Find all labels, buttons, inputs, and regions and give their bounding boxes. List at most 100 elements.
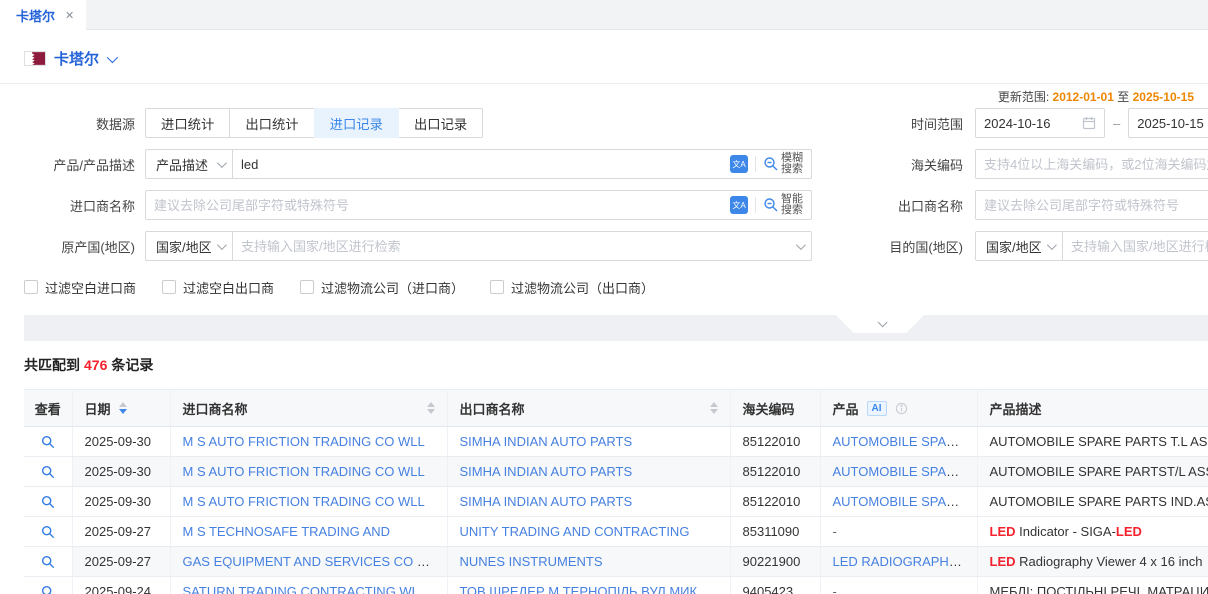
desc-cell: AUTOMOBILE SPARE PARTST/L ASSY ... [977, 457, 1208, 487]
view-record-button[interactable] [41, 555, 55, 569]
date-from-input[interactable] [975, 108, 1105, 138]
importer-link[interactable]: GAS EQUIPMENT AND SERVICES CO LTD [183, 554, 441, 569]
hs-code-cell: 85311090 [730, 517, 820, 547]
checkbox-icon[interactable] [300, 280, 314, 294]
header-exporter: 出口商名称 [447, 390, 730, 427]
match-count: 476 [84, 357, 107, 373]
collapse-panel-button[interactable] [836, 315, 924, 333]
sort-icon-date[interactable] [119, 402, 127, 414]
hs-code-cell: 90221900 [730, 547, 820, 577]
hs-code-field[interactable] [976, 151, 1208, 177]
magnifier-icon [41, 585, 55, 594]
origin-country-select[interactable]: 国家/地区 [146, 232, 233, 260]
importer-input[interactable] [146, 192, 722, 218]
product-cell: - [820, 517, 977, 547]
hs-code-cell: 85122010 [730, 457, 820, 487]
product-link[interactable]: AUTOMOBILE SPARE P... [833, 464, 978, 479]
product-empty: - [833, 524, 837, 539]
sort-icon-exporter[interactable] [710, 402, 718, 414]
view-record-button[interactable] [41, 525, 55, 539]
close-icon[interactable]: ✕ [65, 9, 74, 22]
filter-checkbox-row: 过滤空白进口商 过滤空白出口商 过滤物流公司（进口商） 过滤物流公司（出口商） [24, 277, 1208, 297]
qatar-flag-icon [24, 51, 46, 66]
exporter-link[interactable]: ТОВ ШРЕДЕР М ТЕРНОПІЛЬ ВУЛ МИКУЛИ... [460, 584, 731, 594]
fuzzy-search-button[interactable]: 模糊搜索 [763, 153, 803, 175]
dest-country-input[interactable] [1062, 231, 1208, 261]
product-cell: AUTOMOBILE SPARE P... [820, 487, 977, 517]
chevron-down-icon [1047, 240, 1057, 250]
filter-row-importer: 进口商名称 文A 智能搜索 出口商名称 [24, 190, 1208, 220]
chevron-down-icon [796, 240, 806, 250]
time-range-label: 时间范围 [872, 114, 963, 133]
hs-code-input[interactable] [975, 149, 1208, 179]
magnifier-icon [41, 525, 55, 539]
date-to-field[interactable] [1129, 110, 1208, 136]
match-summary: 共匹配到476条记录 [24, 355, 1208, 375]
header-product: 产品 AI [820, 390, 977, 427]
exporter-input[interactable] [975, 190, 1208, 220]
smart-search-button[interactable]: 智能搜索 [763, 194, 803, 216]
translate-icon[interactable]: 文A [730, 155, 748, 173]
chevron-down-icon [217, 240, 227, 250]
exporter-field[interactable] [976, 192, 1208, 218]
exporter-label: 出口商名称 [872, 196, 963, 215]
table-row: 2025-09-30 M S AUTO FRICTION TRADING CO … [24, 487, 1208, 517]
update-range-to: 2025-10-15 [1133, 90, 1194, 104]
view-record-button[interactable] [41, 435, 55, 449]
checkbox-icon[interactable] [490, 280, 504, 294]
btn-export-stats[interactable]: 出口统计 [229, 108, 314, 138]
product-link[interactable]: LED RADIOGRAPHY VI... [833, 554, 978, 569]
table-body: 2025-09-30 M S AUTO FRICTION TRADING CO … [24, 427, 1208, 594]
exporter-link[interactable]: SIMHA INDIAN AUTO PARTS [460, 464, 633, 479]
product-cell: - [820, 577, 977, 594]
dest-country-field[interactable] [1063, 233, 1208, 259]
tab-qatar[interactable]: 卡塔尔 ✕ [0, 0, 86, 30]
checkbox-filter-blank-importer[interactable]: 过滤空白进口商 [24, 278, 136, 297]
date-cell: 2025-09-27 [72, 517, 170, 547]
importer-link[interactable]: SATURN TRADING CONTRACTING WLL BUI... [183, 584, 448, 594]
search-icon [763, 197, 779, 213]
magnifier-icon [41, 435, 55, 449]
importer-link[interactable]: M S AUTO FRICTION TRADING CO WLL [183, 494, 425, 509]
importer-link[interactable]: M S AUTO FRICTION TRADING CO WLL [183, 434, 425, 449]
exporter-link[interactable]: NUNES INSTRUMENTS [460, 554, 603, 569]
product-link[interactable]: AUTOMOBILE SPARE P... [833, 494, 978, 509]
divider [755, 197, 756, 213]
info-icon[interactable] [895, 402, 908, 415]
exporter-link[interactable]: SIMHA INDIAN AUTO PARTS [460, 434, 633, 449]
checkbox-icon[interactable] [162, 280, 176, 294]
date-to-input[interactable] [1128, 108, 1208, 138]
datasource-label: 数据源 [24, 114, 135, 133]
exporter-link[interactable]: UNITY TRADING AND CONTRACTING [460, 524, 690, 539]
checkbox-filter-blank-exporter[interactable]: 过滤空白出口商 [162, 278, 274, 297]
importer-link[interactable]: M S TECHNOSAFE TRADING AND [183, 524, 391, 539]
importer-link[interactable]: M S AUTO FRICTION TRADING CO WLL [183, 464, 425, 479]
btn-import-records[interactable]: 进口记录 [314, 108, 399, 138]
table-row: 2025-09-30 M S AUTO FRICTION TRADING CO … [24, 457, 1208, 487]
origin-country-input[interactable] [233, 233, 788, 259]
product-search-input[interactable] [233, 151, 722, 177]
exporter-link[interactable]: SIMHA INDIAN AUTO PARTS [460, 494, 633, 509]
translate-icon[interactable]: 文A [730, 196, 748, 214]
checkbox-filter-logistics-exporter[interactable]: 过滤物流公司（出口商） [490, 278, 654, 297]
checkbox-icon[interactable] [24, 280, 38, 294]
checkbox-filter-logistics-importer[interactable]: 过滤物流公司（进口商） [300, 278, 464, 297]
table-row: 2025-09-24 SATURN TRADING CONTRACTING WL… [24, 577, 1208, 594]
desc-cell: МЕБЛІ; ПОСТІЛЬНІ РЕЧІ, МАТРАЦИ,... [977, 577, 1208, 594]
sort-icon-importer[interactable] [427, 402, 435, 414]
view-record-button[interactable] [41, 585, 55, 594]
btn-import-stats[interactable]: 进口统计 [145, 108, 230, 138]
date-from-field[interactable] [976, 110, 1082, 136]
country-header[interactable]: 卡塔尔 [0, 30, 1208, 83]
view-record-button[interactable] [41, 465, 55, 479]
btn-export-records[interactable]: 出口记录 [398, 108, 483, 138]
filter-row-product: 产品/产品描述 产品描述 文A 模糊搜索 [24, 149, 1208, 179]
table-row: 2025-09-27 GAS EQUIPMENT AND SERVICES CO… [24, 547, 1208, 577]
header-description: 产品描述 [977, 390, 1208, 427]
product-link[interactable]: AUTOMOBILE SPARE P... [833, 434, 978, 449]
view-record-button[interactable] [41, 495, 55, 509]
product-type-select[interactable]: 产品描述 [146, 150, 233, 178]
calendar-icon [1082, 116, 1096, 130]
table-header-row: 查看 日期 进口商名称 [24, 390, 1208, 427]
dest-country-select[interactable]: 国家/地区 [975, 231, 1062, 261]
